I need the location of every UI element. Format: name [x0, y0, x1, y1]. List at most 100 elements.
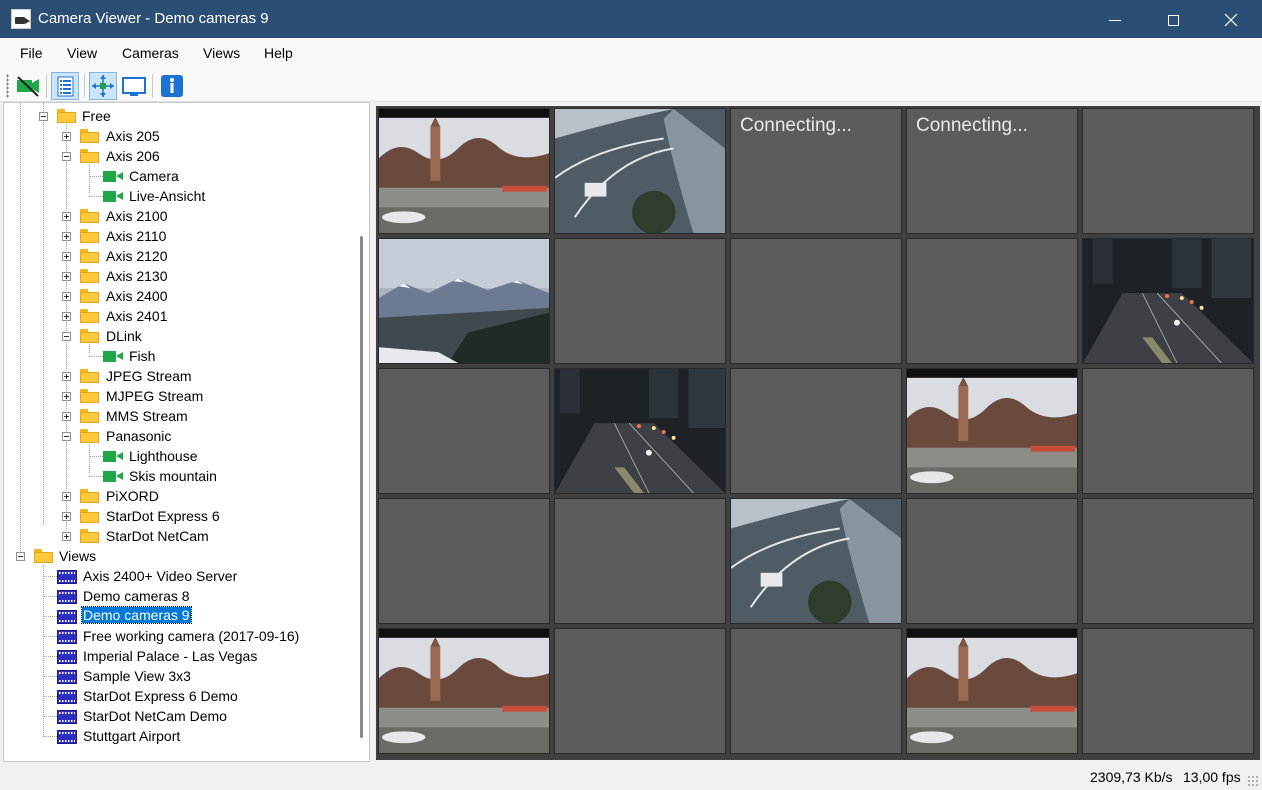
- fisheye-feed-image: [555, 109, 725, 233]
- camera-tile-empty[interactable]: [378, 368, 550, 494]
- tree-node-fish[interactable]: Fish: [4, 346, 344, 366]
- tree-node-axis2401[interactable]: Axis 2401: [4, 306, 344, 326]
- camera-tile-mountains[interactable]: [378, 238, 550, 364]
- camera-tile-connecting-2[interactable]: Connecting...: [906, 108, 1078, 234]
- expand-icon[interactable]: [62, 492, 71, 501]
- minimize-button[interactable]: [1086, 0, 1144, 38]
- camera-tile-tower[interactable]: [378, 108, 550, 234]
- camera-tile-connecting-1[interactable]: Connecting...: [730, 108, 902, 234]
- expand-icon[interactable]: [62, 212, 71, 221]
- tree-node-stardot-netcam[interactable]: StarDot NetCam: [4, 526, 344, 546]
- expand-icon[interactable]: [62, 372, 71, 381]
- tree-node-axis2100[interactable]: Axis 2100: [4, 206, 344, 226]
- collapse-icon[interactable]: [39, 112, 48, 121]
- menu-file[interactable]: File: [20, 45, 43, 61]
- maximize-button[interactable]: [1144, 0, 1202, 38]
- expand-icon[interactable]: [62, 292, 71, 301]
- expand-icon[interactable]: [62, 132, 71, 141]
- fullscreen-button[interactable]: [89, 72, 117, 100]
- tree-node-stardot-express-6[interactable]: StarDot Express 6: [4, 506, 344, 526]
- tree-node-axis205[interactable]: Axis 205: [4, 126, 344, 146]
- camera-tile-empty[interactable]: [554, 238, 726, 364]
- camera-toggle-button[interactable]: [14, 72, 42, 100]
- tree-node-pixord[interactable]: PiXORD: [4, 486, 344, 506]
- info-button[interactable]: [158, 72, 186, 100]
- menu-view[interactable]: View: [67, 45, 97, 61]
- camera-tile-empty[interactable]: [554, 628, 726, 754]
- view-label: Axis 2400+ Video Server: [83, 568, 238, 584]
- folder-icon: [80, 529, 99, 543]
- camera-tile-empty[interactable]: [906, 238, 1078, 364]
- tree-node-mms-stream[interactable]: MMS Stream: [4, 406, 344, 426]
- camera-tree[interactable]: Free Axis 205 Axis 206 Camera Live-Ansic…: [3, 102, 370, 762]
- view-item-stuttgart-airport[interactable]: Stuttgart Airport: [4, 726, 344, 746]
- tree-node-label: PiXORD: [106, 488, 159, 504]
- collapse-icon[interactable]: [62, 332, 71, 341]
- camera-tile-tower-4[interactable]: [906, 628, 1078, 754]
- camera-tile-empty[interactable]: [906, 498, 1078, 624]
- collapse-icon[interactable]: [16, 552, 25, 561]
- view-item-demo-cameras-8[interactable]: Demo cameras 8: [4, 586, 344, 606]
- camera-tile-fisheye-road[interactable]: [554, 108, 726, 234]
- tree-node-views[interactable]: Views: [4, 546, 344, 566]
- tree-node-live-ansicht[interactable]: Live-Ansicht: [4, 186, 344, 206]
- camera-tile-night-highway-2[interactable]: [554, 368, 726, 494]
- menu-views[interactable]: Views: [203, 45, 240, 61]
- view-item-sample-view-3x3[interactable]: Sample View 3x3: [4, 666, 344, 686]
- camera-tile-empty[interactable]: [554, 498, 726, 624]
- tree-node-panasonic[interactable]: Panasonic: [4, 426, 344, 446]
- tree-node-free[interactable]: Free: [4, 106, 344, 126]
- tree-scrollbar[interactable]: [353, 103, 369, 761]
- camera-tile-empty[interactable]: [730, 238, 902, 364]
- tree-node-axis2120[interactable]: Axis 2120: [4, 246, 344, 266]
- view-item-stardot-express-6-demo[interactable]: StarDot Express 6 Demo: [4, 686, 344, 706]
- tree-node-skis-mountain[interactable]: Skis mountain: [4, 466, 344, 486]
- collapse-icon[interactable]: [62, 432, 71, 441]
- camera-tile-night-highway[interactable]: [1082, 238, 1254, 364]
- camera-tile-empty[interactable]: [378, 498, 550, 624]
- view-item-axis-2400-video-server[interactable]: Axis 2400+ Video Server: [4, 566, 344, 586]
- folder-icon: [80, 389, 99, 403]
- tree-node-dlink[interactable]: DLink: [4, 326, 344, 346]
- expand-icon[interactable]: [62, 392, 71, 401]
- camera-tile-empty[interactable]: [1082, 628, 1254, 754]
- expand-icon[interactable]: [62, 312, 71, 321]
- tree-node-lighthouse[interactable]: Lighthouse: [4, 446, 344, 466]
- folder-icon: [80, 309, 99, 323]
- view-item-imperial-palace[interactable]: Imperial Palace - Las Vegas: [4, 646, 344, 666]
- camera-tile-empty[interactable]: [1082, 498, 1254, 624]
- tree-node-mjpeg-stream[interactable]: MJPEG Stream: [4, 386, 344, 406]
- collapse-icon[interactable]: [62, 152, 71, 161]
- tree-node-axis2400[interactable]: Axis 2400: [4, 286, 344, 306]
- view-item-free-working-camera[interactable]: Free working camera (2017-09-16): [4, 626, 344, 646]
- expand-icon[interactable]: [62, 532, 71, 541]
- camera-tile-empty[interactable]: [1082, 108, 1254, 234]
- expand-icon[interactable]: [62, 512, 71, 521]
- expand-icon[interactable]: [62, 252, 71, 261]
- camera-tile-empty[interactable]: [730, 368, 902, 494]
- camera-tile-tower-3[interactable]: [378, 628, 550, 754]
- monitor-button[interactable]: [120, 72, 148, 100]
- menu-help[interactable]: Help: [264, 45, 293, 61]
- expand-icon[interactable]: [62, 232, 71, 241]
- camera-tile-empty[interactable]: [1082, 368, 1254, 494]
- tree-node-axis2110[interactable]: Axis 2110: [4, 226, 344, 246]
- view-item-stardot-netcam-demo[interactable]: StarDot NetCam Demo: [4, 706, 344, 726]
- toolbar-grip[interactable]: [6, 74, 9, 98]
- expand-icon[interactable]: [62, 272, 71, 281]
- camera-tile-tower-2[interactable]: [906, 368, 1078, 494]
- camera-tile-fisheye-road-2[interactable]: [730, 498, 902, 624]
- scrollbar-thumb[interactable]: [360, 236, 363, 738]
- resize-grip[interactable]: [1247, 775, 1259, 787]
- close-icon: [1224, 13, 1238, 27]
- tree-node-jpeg-stream[interactable]: JPEG Stream: [4, 366, 344, 386]
- menu-cameras[interactable]: Cameras: [122, 45, 179, 61]
- tree-node-camera[interactable]: Camera: [4, 166, 344, 186]
- close-button[interactable]: [1202, 0, 1260, 38]
- tree-node-axis2130[interactable]: Axis 2130: [4, 266, 344, 286]
- view-item-demo-cameras-9[interactable]: Demo cameras 9: [4, 606, 344, 626]
- tree-node-axis206[interactable]: Axis 206: [4, 146, 344, 166]
- camera-tile-empty[interactable]: [730, 628, 902, 754]
- expand-icon[interactable]: [62, 412, 71, 421]
- list-view-button[interactable]: [51, 72, 79, 100]
